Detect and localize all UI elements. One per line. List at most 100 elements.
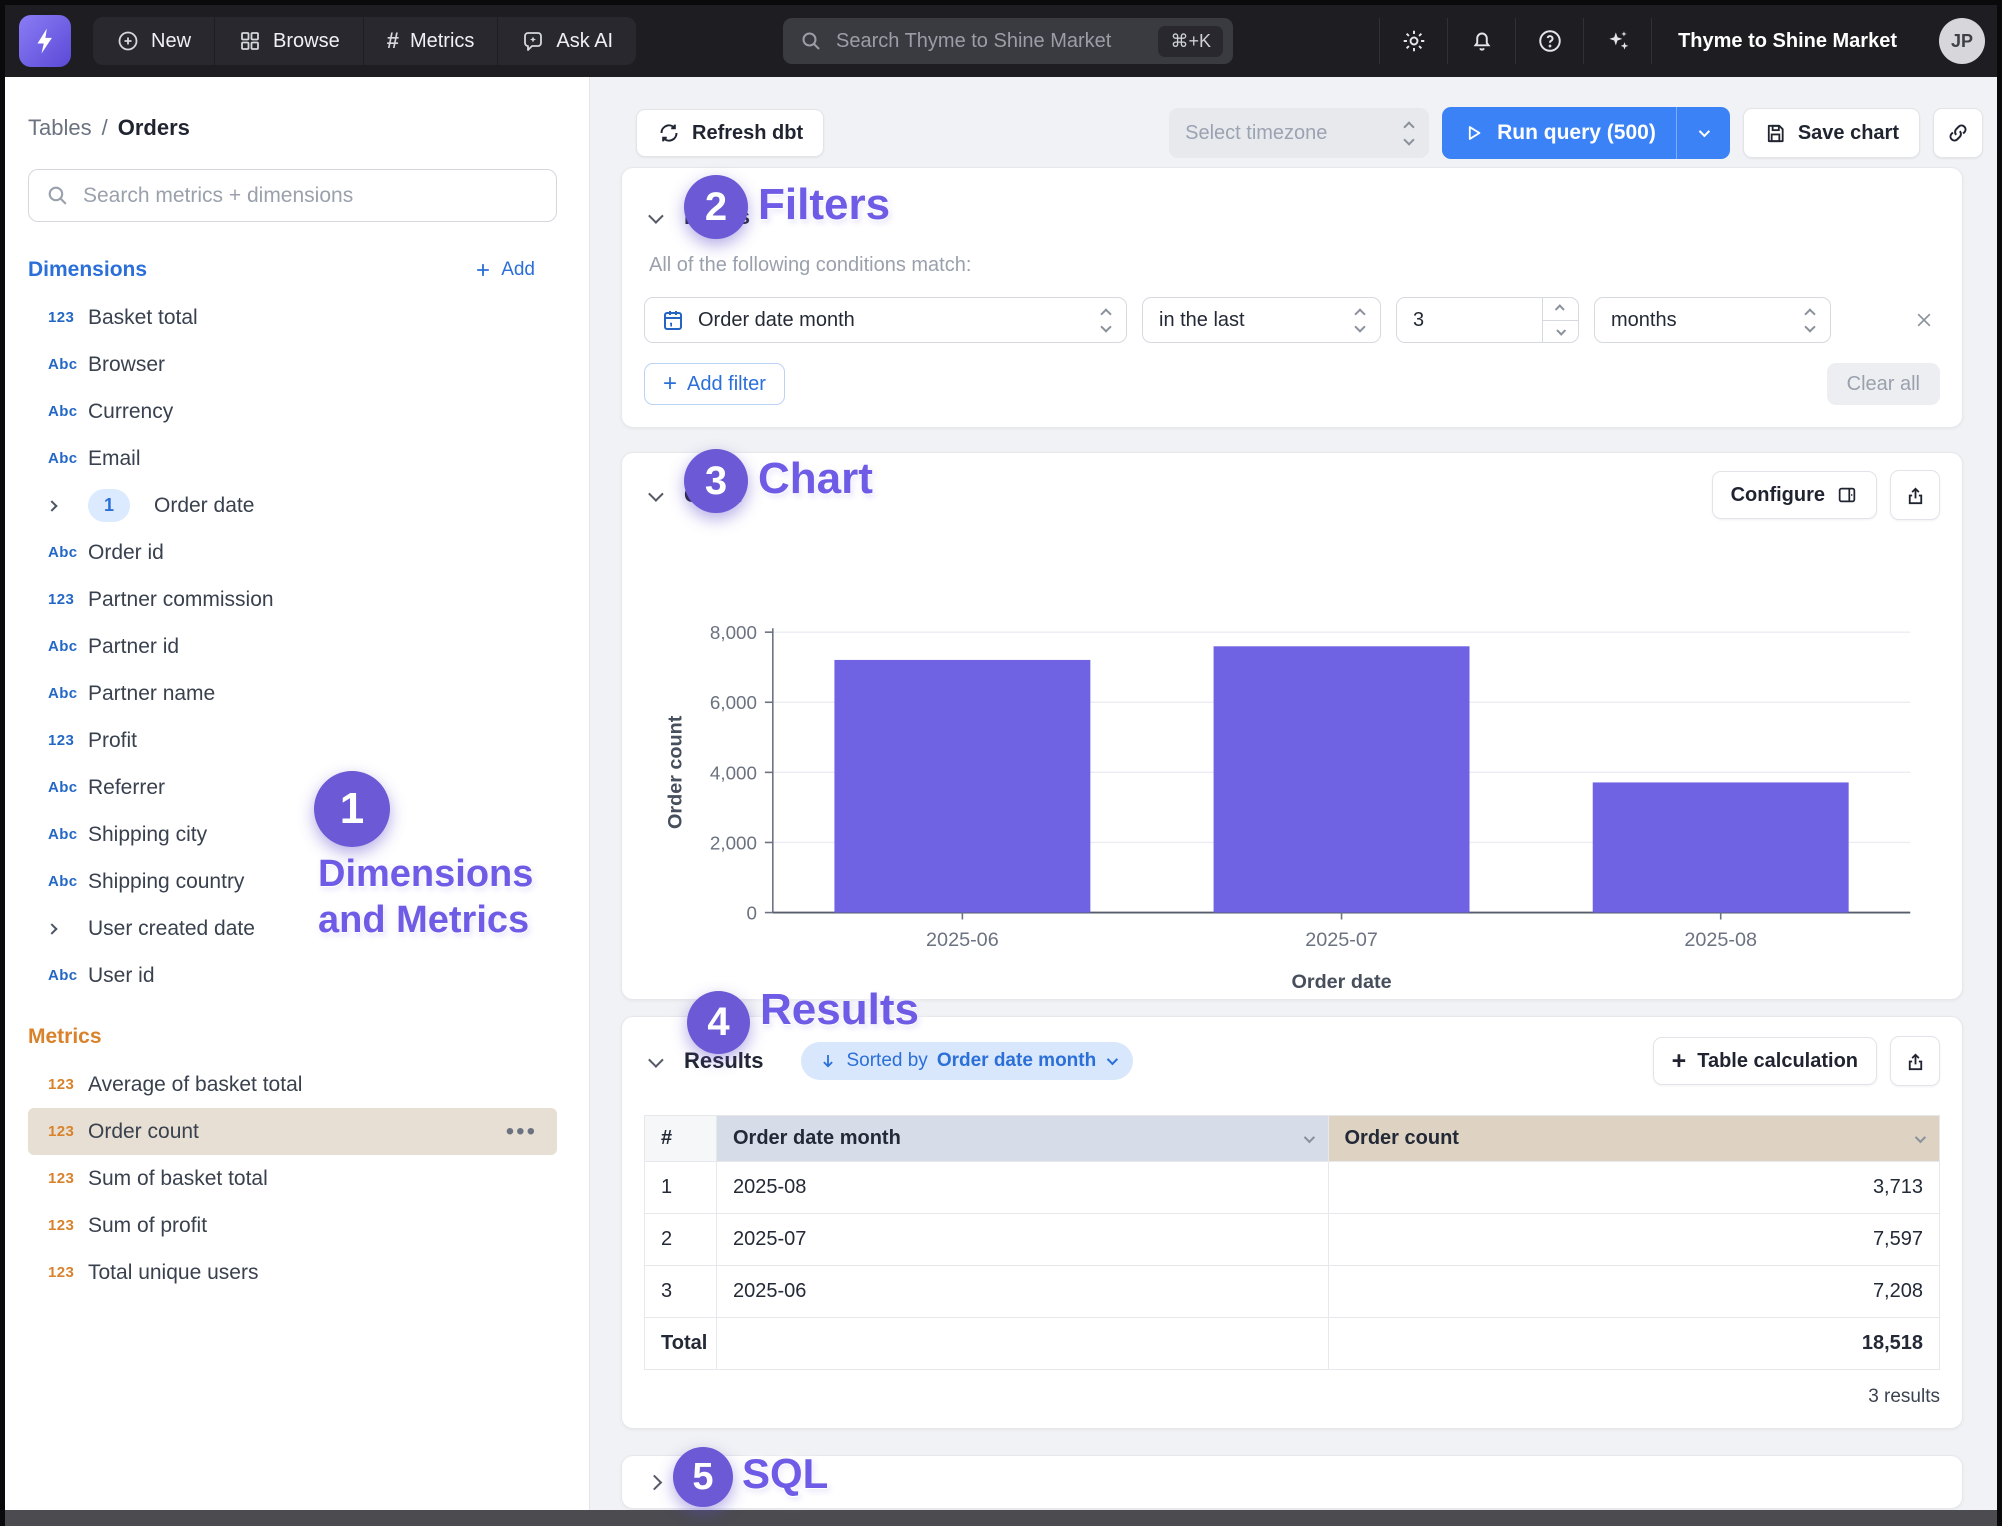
project-name[interactable]: Thyme to Shine Market [1651, 18, 1923, 64]
nav-item-browse[interactable]: Browse [215, 17, 364, 65]
column-header-order-date-month[interactable]: Order date month [717, 1116, 1329, 1162]
table-row[interactable]: 12025-083,713 [645, 1162, 1940, 1214]
breadcrumb-tables-link[interactable]: Tables [28, 115, 92, 141]
chevron-down-icon [1699, 126, 1710, 137]
chevron-right-icon[interactable] [48, 925, 88, 933]
nav-item-metrics[interactable]: #Metrics [364, 17, 499, 65]
clear-all-filters-button[interactable]: Clear all [1827, 363, 1940, 405]
stepper-up-button [1543, 298, 1578, 321]
chevron-updown-icon [1405, 123, 1413, 144]
sidebar-item-average-of-basket-total[interactable]: 123Average of basket total [28, 1061, 557, 1108]
run-query-button[interactable]: Run query (500) [1442, 107, 1730, 159]
sidebar-item-partner-commission[interactable]: 123Partner commission [28, 576, 557, 623]
cell-order-date-month[interactable]: 2025-07 [717, 1214, 1329, 1266]
sidebar-item-label: Average of basket total [88, 1073, 302, 1097]
stepper-down-button [1543, 321, 1578, 343]
add-filter-button[interactable]: + Add filter [644, 363, 785, 405]
chevron-right-icon[interactable] [48, 502, 88, 510]
results-collapse-button[interactable] [644, 1056, 660, 1067]
results-table: # Order date month Order count 12025-083… [644, 1115, 1940, 1370]
export-results-button[interactable] [1890, 1036, 1940, 1086]
nav-item-new[interactable]: New [93, 17, 215, 65]
fields-search-input[interactable]: Search metrics + dimensions [28, 169, 557, 222]
filter-value-input[interactable]: 3 [1396, 297, 1579, 343]
column-header-index[interactable]: # [645, 1116, 717, 1162]
chart-collapse-button[interactable] [644, 490, 660, 501]
panel-right-icon [1836, 484, 1858, 506]
sidebar-item-sum-of-basket-total[interactable]: 123Sum of basket total [28, 1155, 557, 1202]
notifications-button[interactable] [1447, 18, 1515, 64]
top-nav-group: NewBrowse#MetricsAsk AI [93, 17, 636, 65]
number-type-icon: 123 [48, 1217, 88, 1234]
sidebar-item-order-date[interactable]: 1Order date [28, 482, 557, 529]
sidebar-item-partner-id[interactable]: AbcPartner id [28, 623, 557, 670]
sidebar-item-label: Partner commission [88, 588, 274, 612]
copy-link-button[interactable] [1933, 108, 1983, 158]
annotation-label-results: Results [760, 985, 919, 1035]
cell-order-count[interactable]: 7,208 [1328, 1266, 1940, 1318]
row-index: 2 [645, 1214, 717, 1266]
table-row[interactable]: 32025-067,208 [645, 1266, 1940, 1318]
breadcrumb-separator: / [102, 115, 108, 141]
save-chart-button[interactable]: Save chart [1743, 108, 1920, 158]
cell-order-date-month[interactable]: 2025-06 [717, 1266, 1329, 1318]
cell-order-count[interactable]: 3,713 [1328, 1162, 1940, 1214]
svg-text:2,000: 2,000 [710, 832, 757, 853]
value-stepper[interactable] [1542, 298, 1578, 342]
svg-text:2025-06: 2025-06 [926, 929, 999, 951]
sidebar-item-sum-of-profit[interactable]: 123Sum of profit [28, 1202, 557, 1249]
table-row[interactable]: 22025-077,597 [645, 1214, 1940, 1266]
column-header-order-count[interactable]: Order count [1328, 1116, 1940, 1162]
help-button[interactable] [1515, 18, 1583, 64]
cell-order-date-month[interactable]: 2025-08 [717, 1162, 1329, 1214]
sidebar-item-label: User created date [88, 917, 255, 941]
add-dimension-button[interactable]: Add [473, 259, 535, 281]
text-type-icon: Abc [48, 685, 88, 702]
sidebar-item-email[interactable]: AbcEmail [28, 435, 557, 482]
sidebar-item-order-id[interactable]: AbcOrder id [28, 529, 557, 576]
total-order-count: 18,518 [1328, 1318, 1940, 1370]
app-logo[interactable] [19, 15, 71, 67]
sql-expand-button[interactable] [644, 1477, 660, 1488]
sidebar-item-referrer[interactable]: AbcReferrer [28, 764, 557, 811]
remove-filter-button[interactable] [1908, 304, 1940, 336]
filter-operator-select[interactable]: in the last [1142, 297, 1381, 343]
text-type-icon: Abc [48, 967, 88, 984]
run-query-options-button[interactable] [1676, 107, 1730, 159]
settings-button[interactable] [1379, 18, 1447, 64]
svg-text:Order count: Order count [665, 715, 687, 829]
timezone-select[interactable]: Select timezone [1169, 108, 1429, 158]
sidebar-item-order-count[interactable]: 123Order count••• [28, 1108, 557, 1155]
sidebar-item-basket-total[interactable]: 123Basket total [28, 294, 557, 341]
export-chart-button[interactable] [1890, 470, 1940, 520]
metrics-list: 123Average of basket total123Order count… [28, 1061, 557, 1296]
filter-rule-row: Order date month in the last 3 months [644, 297, 1940, 343]
sidebar-item-currency[interactable]: AbcCurrency [28, 388, 557, 435]
bar-chart[interactable]: 02,0004,0006,0008,0002025-062025-072025-… [644, 523, 1940, 993]
results-count: 3 results [644, 1386, 1940, 1408]
sidebar-item-user-id[interactable]: AbcUser id [28, 952, 557, 999]
sidebar-item-label: Browser [88, 353, 165, 377]
global-search-placeholder: Search Thyme to Shine Market [836, 30, 1145, 53]
global-search-input[interactable]: Search Thyme to Shine Market ⌘+K [783, 18, 1233, 64]
table-calculation-button[interactable]: + Table calculation [1653, 1037, 1877, 1085]
sort-pill[interactable]: Sorted by Order date month [801, 1042, 1133, 1080]
filter-field-select[interactable]: Order date month [644, 297, 1127, 343]
nav-item-ask-ai[interactable]: Ask AI [498, 17, 636, 65]
sidebar-item-total-unique-users[interactable]: 123Total unique users [28, 1249, 557, 1296]
refresh-dbt-button[interactable]: Refresh dbt [636, 109, 824, 157]
ai-assistant-button[interactable] [1583, 18, 1651, 64]
annotation-badge-2: 2 [684, 175, 748, 239]
filters-match-rule-text: All of the following conditions match: [649, 254, 1940, 277]
search-icon [45, 183, 70, 208]
configure-chart-button[interactable]: Configure [1712, 471, 1877, 519]
filters-collapse-button[interactable] [644, 212, 660, 223]
cell-order-count[interactable]: 7,597 [1328, 1214, 1940, 1266]
refresh-icon [657, 121, 681, 145]
sidebar-item-browser[interactable]: AbcBrowser [28, 341, 557, 388]
filter-unit-select[interactable]: months [1594, 297, 1831, 343]
sidebar-item-partner-name[interactable]: AbcPartner name [28, 670, 557, 717]
dimensions-title: Dimensions [28, 258, 147, 282]
user-avatar[interactable]: JP [1939, 18, 1985, 64]
sidebar-item-profit[interactable]: 123Profit [28, 717, 557, 764]
